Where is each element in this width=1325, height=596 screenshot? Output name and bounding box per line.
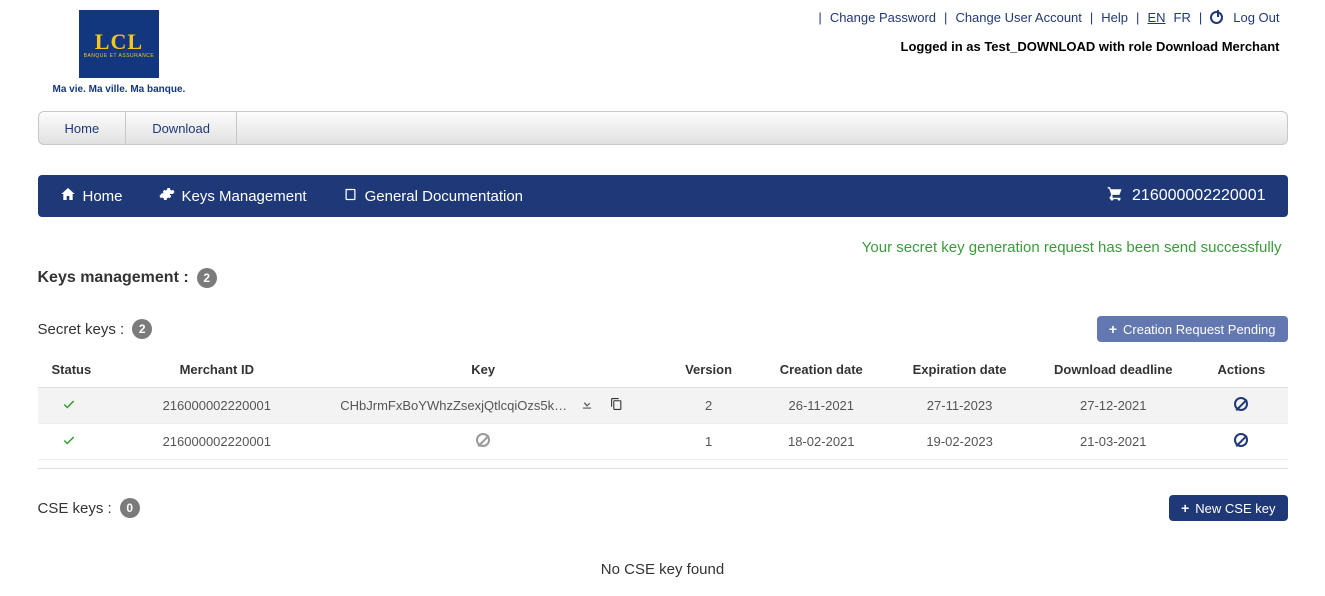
status-ok-icon [62,399,76,414]
nav-home[interactable]: Home [60,186,123,206]
separator: | [1199,10,1202,25]
nav-home-label: Home [83,188,123,205]
cell-download-deadline: 21-03-2021 [1031,424,1195,460]
no-key-icon [476,433,490,447]
table-row: 216000002220001 CHbJrmFxBoYWhzZsexjQtlcq… [38,388,1288,424]
logo-tagline: Ma vie. Ma ville. Ma banque. [53,84,186,95]
cart-icon [1107,185,1124,207]
secret-keys-label: Secret keys : [38,321,125,338]
change-password-link[interactable]: Change Password [830,10,936,25]
th-creation-date: Creation date [755,352,888,388]
nav-keys-label: Keys Management [182,188,307,205]
table-row: 216000002220001 1 18-02-2021 19-02-2023 … [38,424,1288,460]
nav-merchant-id: 216000002220001 [1132,187,1265,205]
home-icon [60,186,76,206]
keys-management-label: Keys management : [38,269,189,287]
tab-download[interactable]: Download [126,112,237,144]
nav-general-docs[interactable]: General Documentation [343,187,523,206]
logo: LCL BANQUE ET ASSURANCE [79,10,159,78]
top-right: | Change Password | Change User Account … [818,10,1287,54]
th-version: Version [662,352,754,388]
tab-home[interactable]: Home [39,112,127,144]
nav-merchant[interactable]: 216000002220001 [1107,185,1265,207]
nav-docs-label: General Documentation [365,188,523,205]
no-cse-message: No CSE key found [38,561,1288,578]
logo-subtext: BANQUE ET ASSURANCE [84,53,155,59]
keys-management-count: 2 [197,268,217,288]
cell-creation-date: 18-02-2021 [755,424,888,460]
plus-icon: + [1181,500,1189,516]
cell-version: 1 [662,424,754,460]
logo-block: LCL BANQUE ET ASSURANCE Ma vie. Ma ville… [53,10,186,95]
key-cell: CHbJrmFxBoYWhzZsexjQtlcqiOzs5k… [312,397,655,414]
separator: | [1090,10,1093,25]
help-link[interactable]: Help [1101,10,1128,25]
creation-request-pending-button[interactable]: + Creation Request Pending [1097,316,1288,342]
success-message: Your secret key generation request has b… [38,239,1288,256]
secret-keys-count: 2 [132,319,152,339]
separator: | [818,10,821,25]
book-icon [343,187,358,206]
logged-in-text: Logged in as Test_DOWNLOAD with role Dow… [901,39,1280,54]
th-download-deadline: Download deadline [1031,352,1195,388]
separator: | [944,10,947,25]
new-cse-key-button[interactable]: + New CSE key [1169,495,1287,521]
creation-pending-label: Creation Request Pending [1123,322,1276,337]
lang-fr-link[interactable]: FR [1174,10,1191,25]
th-merchant-id: Merchant ID [130,352,304,388]
divider [38,468,1288,469]
plus-icon: + [1109,321,1117,337]
download-icon[interactable] [580,397,594,414]
cell-version: 2 [662,388,754,424]
new-cse-key-label: New CSE key [1195,501,1275,516]
separator: | [1136,10,1139,25]
cse-keys-count: 0 [120,498,140,518]
copy-icon[interactable] [610,397,623,414]
change-user-link[interactable]: Change User Account [955,10,1081,25]
cse-keys-header: CSE keys : 0 + New CSE key [38,495,1288,521]
revoke-icon[interactable] [1234,433,1248,447]
power-icon [1210,11,1223,24]
cell-creation-date: 26-11-2021 [755,388,888,424]
navy-nav: Home Keys Management General Documentati… [38,175,1288,217]
keys-management-title: Keys management : 2 [38,268,1288,288]
secret-keys-title: Secret keys : 2 [38,319,153,339]
th-expiration-date: Expiration date [888,352,1031,388]
status-ok-icon [62,435,76,450]
top-header: LCL BANQUE ET ASSURANCE Ma vie. Ma ville… [38,0,1288,105]
cell-expiration-date: 19-02-2023 [888,424,1031,460]
cell-key: CHbJrmFxBoYWhzZsexjQtlcqiOzs5k… [340,398,567,413]
cell-merchant-id: 216000002220001 [130,424,304,460]
secret-keys-table: Status Merchant ID Key Version Creation … [38,352,1288,460]
logo-text: LCL [95,29,143,55]
cell-merchant-id: 216000002220001 [130,388,304,424]
th-status: Status [38,352,130,388]
tabbar: Home Download [38,111,1288,145]
th-actions: Actions [1195,352,1287,388]
th-key: Key [304,352,663,388]
revoke-icon[interactable] [1234,397,1248,411]
secret-keys-header: Secret keys : 2 + Creation Request Pendi… [38,316,1288,342]
cse-keys-label: CSE keys : [38,500,112,517]
top-links: | Change Password | Change User Account … [818,10,1279,25]
logout-link[interactable]: Log Out [1233,10,1279,25]
lang-en-link[interactable]: EN [1147,10,1165,25]
cell-expiration-date: 27-11-2023 [888,388,1031,424]
nav-keys-management[interactable]: Keys Management [159,186,307,206]
gear-icon [159,186,175,206]
navy-nav-left: Home Keys Management General Documentati… [60,186,524,206]
cse-keys-title: CSE keys : 0 [38,498,140,518]
cell-download-deadline: 27-12-2021 [1031,388,1195,424]
